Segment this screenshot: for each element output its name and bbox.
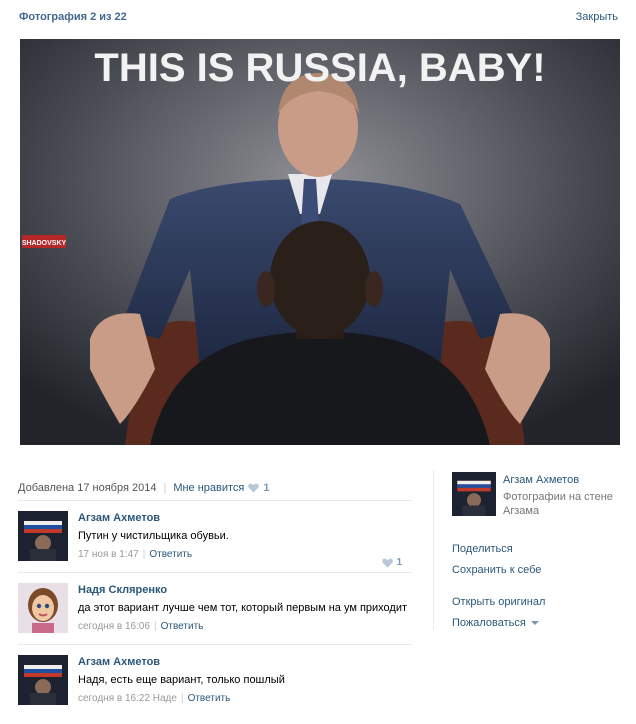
avatar[interactable] bbox=[18, 655, 68, 705]
heart-icon bbox=[382, 558, 394, 567]
share-link[interactable]: Поделиться bbox=[452, 542, 622, 556]
caret-down-icon bbox=[530, 621, 539, 626]
photo-meta: Добавлена 17 ноября 2014 | Мне нравится … bbox=[18, 478, 412, 498]
comment-time[interactable]: сегодня в 16:06 bbox=[78, 621, 150, 632]
heart-icon[interactable] bbox=[248, 483, 260, 493]
comment-like-count: 1 bbox=[396, 557, 402, 568]
photo-actions: Поделиться Сохранить к себе Открыть ориг… bbox=[452, 542, 622, 630]
like-count: 1 bbox=[263, 482, 270, 494]
comment: Агзам Ахметов Надя, есть еще вариант, то… bbox=[18, 645, 412, 716]
photo-illustration: THIS IS RUSSIA, BABY! SHADOVSKY bbox=[20, 39, 620, 445]
reply-link[interactable]: Ответить bbox=[188, 693, 231, 704]
comment-author[interactable]: Агзам Ахметов bbox=[78, 655, 412, 669]
open-original-link[interactable]: Открыть оригинал bbox=[452, 595, 622, 609]
comment-time[interactable]: 17 ноя в 1:47 bbox=[78, 549, 139, 560]
photo-image[interactable]: THIS IS RUSSIA, BABY! SHADOVSKY bbox=[20, 39, 620, 445]
save-link[interactable]: Сохранить к себе bbox=[452, 563, 622, 577]
photo-info-column: Добавлена 17 ноября 2014 | Мне нравится … bbox=[18, 478, 412, 716]
photo-counter-title: Фотография 2 из 22 bbox=[19, 11, 127, 23]
comment-like[interactable]: 1 bbox=[382, 557, 402, 568]
comment: Надя Скляренко да этот вариант лучше чем… bbox=[18, 573, 412, 644]
reply-link[interactable]: Ответить bbox=[161, 621, 204, 632]
close-link[interactable]: Закрыть bbox=[576, 11, 618, 23]
comment-author[interactable]: Агзам Ахметов bbox=[78, 511, 412, 525]
added-date: Добавлена 17 ноября 2014 bbox=[18, 482, 157, 494]
comment-author[interactable]: Надя Скляренко bbox=[78, 583, 412, 597]
comment-footer: сегодня в 16:06 | Ответить bbox=[78, 621, 204, 632]
like-link[interactable]: Мне нравится bbox=[173, 482, 244, 494]
owner-block: Агзам Ахметов Фотографии на стене Агзама bbox=[452, 472, 622, 517]
avatar[interactable] bbox=[18, 511, 68, 561]
comment-text: да этот вариант лучше чем тот, который п… bbox=[78, 602, 408, 614]
comment-footer: 17 ноя в 1:47 | Ответить bbox=[78, 549, 193, 560]
column-divider bbox=[433, 470, 434, 630]
owner-album-label: Фотографии на стене Агзама bbox=[503, 491, 613, 517]
photo-caption: THIS IS RUSSIA, BABY! bbox=[94, 46, 545, 90]
meta-separator: | bbox=[163, 482, 167, 494]
comment-footer: сегодня в 16:22 Наде | Ответить bbox=[78, 693, 231, 704]
comment: Агзам Ахметов Путин у чистильщика обувьи… bbox=[18, 501, 412, 572]
owner-avatar[interactable] bbox=[452, 472, 496, 516]
comment-text: Надя, есть еще вариант, только пошлый bbox=[78, 674, 285, 686]
watermark-text: SHADOVSKY bbox=[22, 240, 67, 247]
photo-sidebar: Агзам Ахметов Фотографии на стене Агзама… bbox=[452, 472, 622, 637]
photo-viewer-header: Фотография 2 из 22 Закрыть bbox=[0, 0, 636, 36]
comment-time[interactable]: сегодня в 16:22 Наде bbox=[78, 693, 177, 704]
report-label: Пожаловаться bbox=[452, 617, 526, 629]
reply-link[interactable]: Ответить bbox=[149, 549, 192, 560]
comment-text: Путин у чистильщика обувьи. bbox=[78, 530, 229, 542]
report-dropdown[interactable]: Пожаловаться bbox=[452, 616, 622, 630]
avatar[interactable] bbox=[18, 583, 68, 633]
owner-name[interactable]: Агзам Ахметов bbox=[503, 474, 579, 486]
